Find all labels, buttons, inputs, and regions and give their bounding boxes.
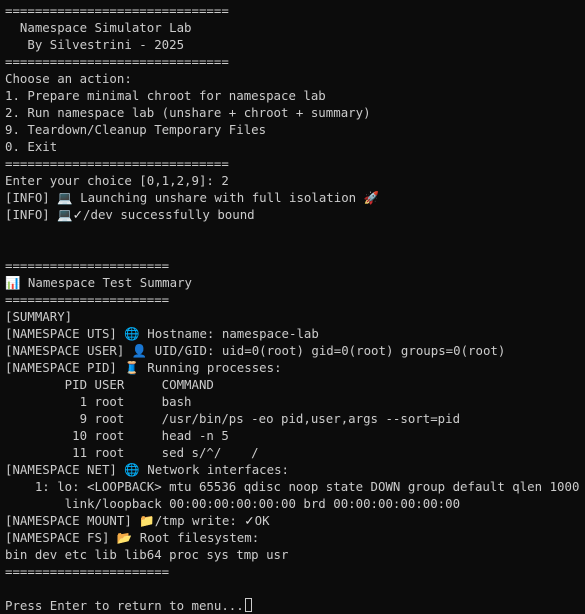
- process-row: 11 root sed s/^/ /: [5, 445, 259, 460]
- mount-line: [NAMESPACE MOUNT] 📁/tmp write: ✓OK: [5, 512, 585, 529]
- terminal-window[interactable]: ============================== Namespace…: [0, 0, 585, 614]
- text-cursor[interactable]: [244, 598, 252, 612]
- chart-icon: 📊: [5, 275, 21, 290]
- app-author: By Silvestrini - 2025: [5, 37, 185, 52]
- user-line: [NAMESPACE USER] 👤 UID/GID: uid=0(root) …: [5, 342, 585, 359]
- user-text: UID/GID: uid=0(root) gid=0(root) groups=…: [147, 343, 506, 358]
- info-line-bound: [INFO] 💻✓/dev successfully bound: [5, 206, 585, 223]
- folder-icon: 📂: [116, 530, 133, 545]
- summary-header: [SUMMARY]: [5, 309, 73, 324]
- summary-title-text: Namespace Test Summary: [20, 275, 193, 290]
- separator-line: ======================: [5, 564, 170, 579]
- info-text: /dev successfully bound: [83, 207, 255, 222]
- fs-text: Root filesystem:: [132, 530, 260, 545]
- net-interface-line: 1: lo: <LOOPBACK> mtu 65536 qdisc noop s…: [5, 479, 580, 494]
- laptop-icon: 💻: [57, 190, 73, 205]
- net-line: [NAMESPACE NET] 🌐 Network interfaces:: [5, 461, 585, 478]
- pid-line: [NAMESPACE PID] 🧵 Running processes:: [5, 359, 585, 376]
- choice-input-line: Enter your choice [0,1,2,9]: 2: [5, 173, 229, 188]
- folder-open-icon: 📁: [139, 513, 155, 528]
- separator-line: ==============================: [5, 54, 229, 69]
- menu-option-0: 0. Exit: [5, 139, 58, 154]
- separator-line: ======================: [5, 292, 170, 307]
- check-icon: ✓: [244, 513, 255, 528]
- pid-text: Running processes:: [139, 360, 282, 375]
- process-row: 10 root head -n 5: [5, 428, 229, 443]
- info-prefix: [INFO]: [5, 190, 58, 205]
- info-prefix: [INFO]: [5, 207, 58, 222]
- uts-prefix: [NAMESPACE UTS]: [5, 326, 125, 341]
- return-prompt-line[interactable]: Press Enter to return to menu...: [5, 597, 585, 614]
- fs-listing: bin dev etc lib lib64 proc sys tmp usr: [5, 547, 289, 562]
- info-line-launch: [INFO] 💻 Launching unshare with full iso…: [5, 189, 585, 206]
- mount-ok: OK: [254, 513, 270, 528]
- app-title: Namespace Simulator Lab: [5, 20, 192, 35]
- menu-option-2: 2. Run namespace lab (unshare + chroot +…: [5, 105, 371, 120]
- separator-line: ==============================: [5, 3, 229, 18]
- rocket-icon: 🚀: [363, 190, 380, 205]
- fs-prefix: [NAMESPACE FS]: [5, 530, 117, 545]
- laptop-icon: 💻: [57, 207, 73, 222]
- check-icon: ✓: [72, 207, 84, 222]
- net-text: Network interfaces:: [139, 462, 289, 477]
- person-icon: 👤: [131, 343, 148, 358]
- process-table-header: PID USER COMMAND: [5, 377, 214, 392]
- uts-line: [NAMESPACE UTS] 🌐 Hostname: namespace-la…: [5, 325, 585, 342]
- pid-prefix: [NAMESPACE PID]: [5, 360, 125, 375]
- mount-text: /tmp write:: [154, 513, 245, 528]
- process-row: 1 root bash: [5, 394, 192, 409]
- separator-line: ======================: [5, 258, 170, 273]
- uts-text: Hostname: namespace-lab: [139, 326, 319, 341]
- spool-icon: 🧵: [124, 360, 140, 375]
- process-row: 9 root /usr/bin/ps -eo pid,user,args --s…: [5, 411, 461, 426]
- separator-line: ==============================: [5, 156, 229, 171]
- menu-option-9: 9. Teardown/Cleanup Temporary Files: [5, 122, 267, 137]
- info-text: Launching unshare with full isolation: [72, 190, 364, 205]
- summary-title: 📊 Namespace Test Summary: [5, 274, 585, 291]
- globe-icon: 🌐: [124, 462, 140, 477]
- net-link-line: link/loopback 00:00:00:00:00:00 brd 00:0…: [5, 496, 461, 511]
- menu-option-1: 1. Prepare minimal chroot for namespace …: [5, 88, 326, 103]
- net-prefix: [NAMESPACE NET]: [5, 462, 125, 477]
- menu-prompt: Choose an action:: [5, 71, 132, 86]
- user-prefix: [NAMESPACE USER]: [5, 343, 132, 358]
- mount-prefix: [NAMESPACE MOUNT]: [5, 513, 140, 528]
- globe-icon: 🌐: [124, 326, 140, 341]
- fs-line: [NAMESPACE FS] 📂 Root filesystem:: [5, 529, 585, 546]
